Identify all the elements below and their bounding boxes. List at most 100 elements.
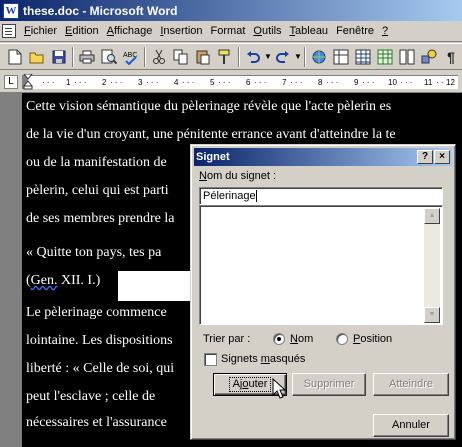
ruler-dots: · · · — [74, 78, 87, 87]
menu-affichage[interactable]: Affichage — [103, 25, 157, 37]
ruler-dots: · · · — [400, 78, 413, 87]
ruler-dots: · · · — [42, 78, 55, 87]
add-button-label: Ajouter — [228, 377, 272, 392]
open-icon[interactable] — [26, 46, 48, 68]
ruler-dots: · · · — [218, 78, 231, 87]
bookmark-list[interactable]: ▲ ▼ — [199, 205, 443, 325]
spelling-icon[interactable]: ABC — [120, 46, 142, 68]
menu-outils[interactable]: Outils — [249, 25, 285, 37]
mouse-pointer-icon — [272, 378, 286, 399]
sort-by-name-label[interactable]: Nom — [290, 333, 313, 345]
sort-by-position-label[interactable]: Position — [353, 333, 392, 345]
indent-marker-icon[interactable] — [22, 73, 34, 90]
drawing-icon[interactable] — [418, 46, 440, 68]
doc-line: « Quitte ton pays, tes pa — [26, 245, 162, 260]
hidden-bookmarks-checkbox[interactable] — [204, 353, 217, 366]
spell-marked-word[interactable]: Gen. — [31, 273, 58, 288]
bookmark-name-label: Nom du signet : — [199, 170, 277, 182]
ruler-tick: 12 — [446, 78, 455, 87]
bookmark-name-value: Pélerinage — [203, 190, 256, 202]
sort-by-name-radio[interactable] — [273, 333, 285, 345]
ruler-strip[interactable]: · · · 1 · · · 2 · · · 3 · · · 4 · · · 5 … — [22, 73, 458, 90]
help-button[interactable]: ? — [417, 150, 433, 164]
doc-line: de la vie d'un croyant, une pénitente er… — [26, 127, 396, 142]
ruler-dots: · · · — [362, 78, 375, 87]
menu-help[interactable]: ? — [378, 25, 392, 37]
undo-dropdown-icon[interactable]: ▼ — [264, 52, 272, 61]
format-painter-icon[interactable] — [214, 46, 236, 68]
ruler-tick: 7 — [282, 78, 287, 87]
delete-button[interactable]: Supprimer — [292, 373, 366, 396]
horizontal-ruler: L · · · 1 · · · 2 · · · 3 · · · 4 · · · … — [0, 71, 462, 93]
doc-line: peut l'esclave ; celle de — [26, 389, 156, 404]
scroll-up-icon[interactable]: ▲ — [424, 208, 440, 224]
menu-tableau[interactable]: Tableau — [286, 25, 333, 37]
ruler-tick: 5 — [210, 78, 215, 87]
copy-icon[interactable] — [170, 46, 192, 68]
menu-fichier[interactable]: Fichier — [20, 25, 61, 37]
insert-table-icon[interactable] — [352, 46, 374, 68]
tables-borders-icon[interactable] — [330, 46, 352, 68]
scroll-down-icon[interactable]: ▼ — [424, 307, 440, 323]
text-caret — [255, 190, 257, 203]
ruler-dots: · · · — [182, 78, 195, 87]
hyperlink-icon[interactable] — [308, 46, 330, 68]
document-icon[interactable] — [2, 24, 16, 38]
ruler-tick: 9 — [354, 78, 359, 87]
show-hide-icon[interactable]: ¶ — [440, 46, 462, 68]
doc-line-gen-ref: (Gen. XII. I.) — [26, 273, 101, 288]
redo-icon[interactable] — [272, 46, 294, 68]
ruler-dots: · · · — [290, 78, 303, 87]
menu-format[interactable]: Format — [207, 25, 250, 37]
ruler-dots: · · · — [110, 78, 123, 87]
hidden-bookmarks-label[interactable]: Signets masqués — [221, 353, 305, 365]
undo-icon[interactable] — [242, 46, 264, 68]
save-icon[interactable] — [48, 46, 70, 68]
menu-fenetre[interactable]: Fenêtre — [332, 25, 378, 37]
ruler-tick: 1 — [66, 78, 71, 87]
dialog-title-bar[interactable]: Signet ? × — [194, 148, 452, 166]
columns-icon[interactable] — [396, 46, 418, 68]
print-preview-icon[interactable] — [98, 46, 120, 68]
insert-excel-icon[interactable] — [374, 46, 396, 68]
doc-line: pèlerin, celui qui est parti — [26, 183, 169, 198]
toolbar-separator — [144, 46, 146, 67]
window-title: these.doc - Microsoft Word — [23, 3, 178, 18]
ruler-tick: 6 — [246, 78, 251, 87]
cut-icon[interactable] — [148, 46, 170, 68]
paste-icon[interactable] — [192, 46, 214, 68]
bookmark-name-input[interactable]: Pélerinage — [199, 187, 443, 205]
toolbar-separator — [304, 46, 306, 67]
tab-selector-icon[interactable]: L — [4, 75, 18, 89]
ruler-tick: 11 — [424, 78, 433, 87]
doc-line: Le pèlerinage commence — [26, 305, 167, 320]
ruler-dots: · · · — [254, 78, 267, 87]
goto-button[interactable]: Atteindre — [373, 373, 449, 396]
ruler-tick: 4 — [174, 78, 179, 87]
menu-insertion[interactable]: Insertion — [156, 25, 206, 37]
cancel-button[interactable]: Annuler — [373, 414, 449, 437]
redo-dropdown-icon[interactable]: ▼ — [294, 52, 302, 61]
new-icon[interactable] — [4, 46, 26, 68]
word-app-icon[interactable]: W — [3, 2, 19, 19]
dialog-title: Signet — [196, 151, 230, 163]
ruler-dots: · · — [436, 78, 444, 87]
ruler-tick: 2 — [102, 78, 107, 87]
doc-line: lointaine. Les dispositions — [26, 333, 173, 348]
selection-highlight — [118, 271, 196, 301]
sort-by-position-radio[interactable] — [336, 333, 348, 345]
bookmark-list-scrollbar[interactable]: ▲ ▼ — [424, 208, 440, 323]
title-bar: W these.doc - Microsoft Word — [0, 0, 462, 21]
close-button[interactable]: × — [434, 150, 450, 164]
menu-edition[interactable]: Edition — [61, 25, 103, 37]
toolbar-separator — [72, 46, 74, 67]
doc-line: liberté : « Celle de soi, qui — [26, 361, 175, 376]
ruler-tick: 3 — [138, 78, 143, 87]
ruler-dots: · · · — [326, 78, 339, 87]
ruler-dots: · · · — [146, 78, 159, 87]
doc-line: ou de la manifestation de — [26, 155, 167, 170]
doc-line: de ses membres prendre la — [26, 211, 175, 226]
standard-toolbar: ABC ▼ ▼ ¶ — [0, 43, 462, 70]
print-icon[interactable] — [76, 46, 98, 68]
doc-line: Cette vision sémantique du pèlerinage ré… — [26, 99, 392, 114]
